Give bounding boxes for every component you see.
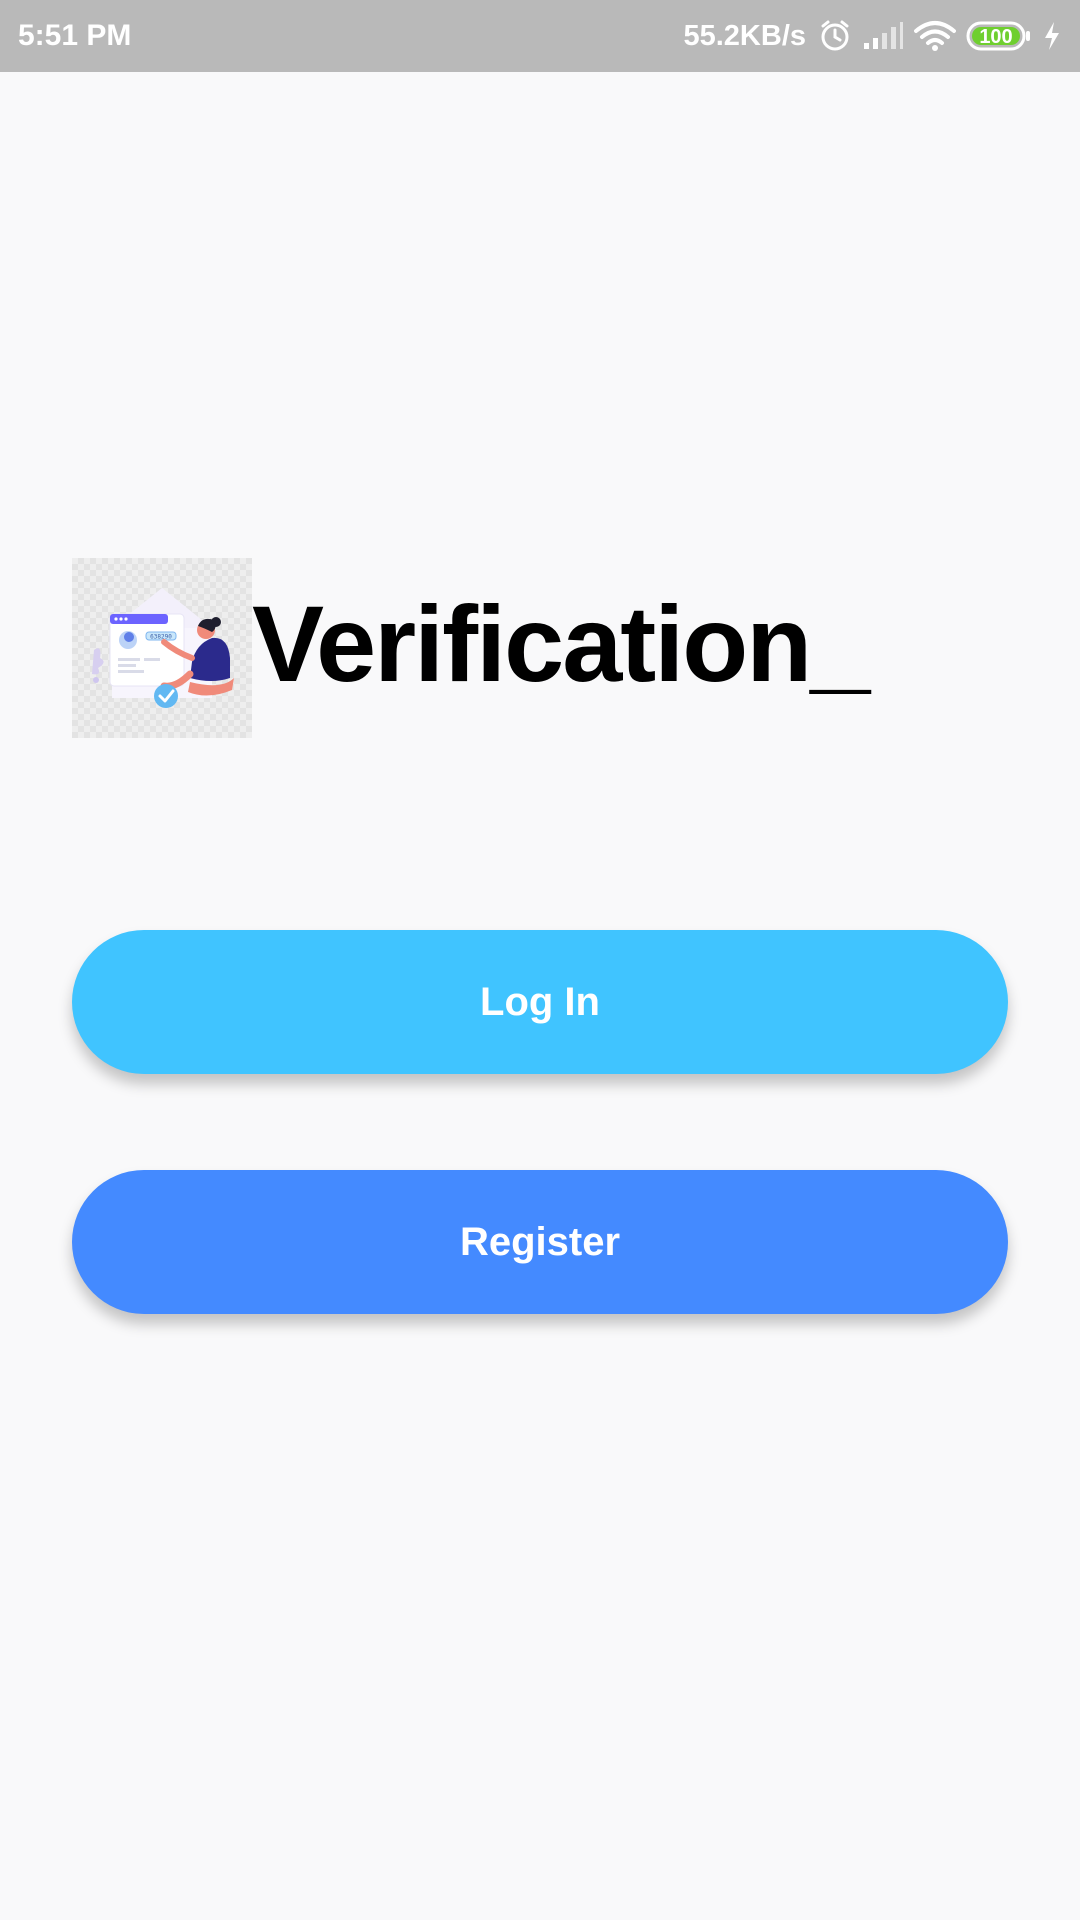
battery-icon: 100 [966,20,1032,52]
verification-illustration-icon: 638290 [72,558,252,738]
signal-icon [862,21,904,51]
login-button[interactable]: Log In [72,930,1008,1074]
battery-level: 100 [979,26,1012,48]
app-title: Verification_ [252,583,870,704]
register-button[interactable]: Register [72,1170,1008,1314]
network-speed: 55.2KB/s [683,19,806,52]
logo-code: 638290 [150,634,172,641]
app-header: 638290 Verification_ [72,558,870,738]
status-bar: 5:51 PM 55.2KB/s 100 [0,0,1080,72]
alarm-icon [818,19,852,53]
status-time: 5:51 PM [18,19,132,52]
status-icons: 55.2KB/s 100 [683,19,1062,53]
charging-icon [1042,21,1062,51]
wifi-icon [914,20,956,52]
